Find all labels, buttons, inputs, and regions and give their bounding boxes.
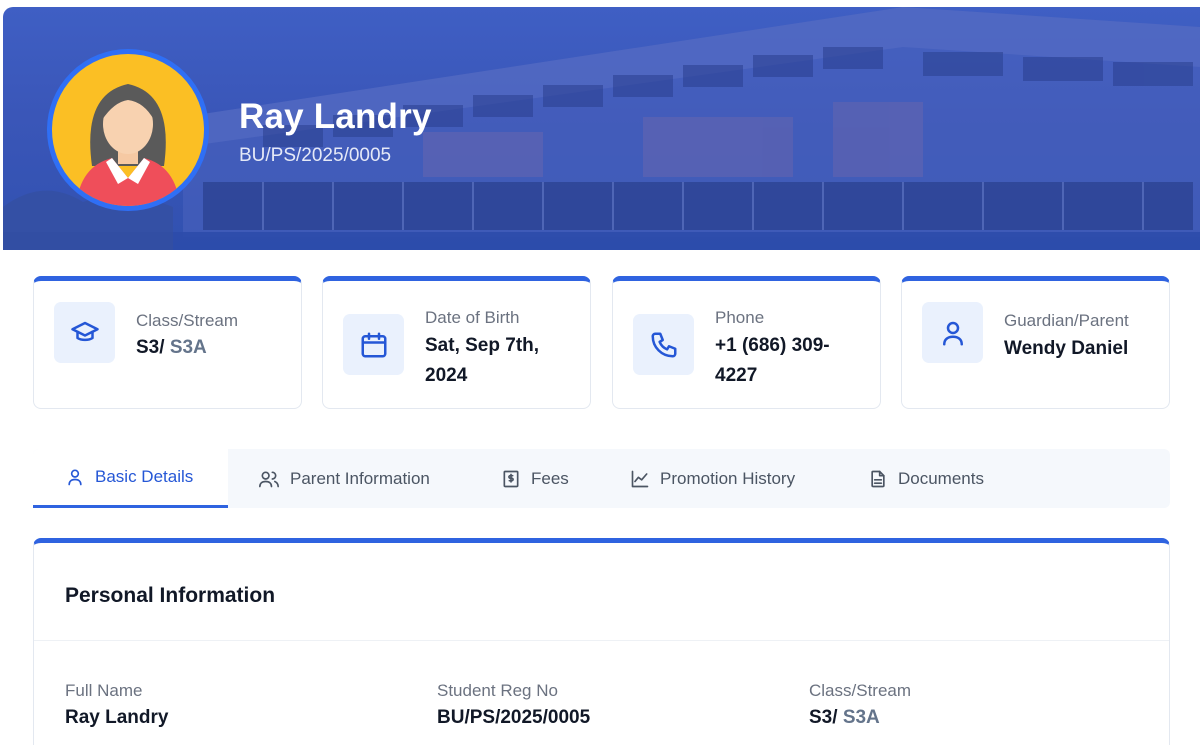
guardian-name: Wendy Daniel: [1004, 338, 1129, 359]
tab-fees[interactable]: Fees: [501, 449, 569, 508]
full-name-label: Full Name: [65, 681, 143, 700]
user-icon: [922, 302, 983, 363]
tab-parent-information[interactable]: Parent Information: [258, 449, 430, 508]
profile-banner: Ray Landry BU/PS/2025/0005: [3, 7, 1200, 250]
class-stream-label: Class/Stream: [809, 681, 912, 700]
card-label: Date of Birth: [425, 308, 520, 327]
card-value: S3/ S3A: [136, 333, 286, 363]
tab-label: Promotion History: [660, 468, 796, 488]
phone-line-1: +1 (686) 309-: [715, 335, 830, 356]
stream-value: S3A: [169, 337, 207, 358]
panel-title: Personal Information: [65, 584, 276, 607]
receipt-icon: [503, 470, 519, 487]
phone-card: Phone +1 (686) 309- 4227: [612, 276, 881, 409]
reg-no-value: BU/PS/2025/0005: [437, 707, 591, 728]
student-reg-no: BU/PS/2025/0005: [239, 145, 392, 166]
card-label: Phone: [715, 308, 765, 327]
card-label: Guardian/Parent: [1004, 311, 1129, 330]
phone-line-2: 4227: [715, 365, 758, 386]
personal-information-panel: Personal Information Full Name Ray Landr…: [33, 538, 1170, 745]
card-value: +1 (686) 309- 4227: [715, 331, 865, 391]
calendar-icon: [343, 314, 404, 375]
tab-label: Documents: [898, 468, 984, 488]
tab-documents[interactable]: Documents: [868, 449, 984, 508]
tab-label: Basic Details: [95, 467, 194, 486]
class-value: S3/: [136, 337, 165, 358]
full-name-value: Ray Landry: [65, 707, 169, 728]
line-chart-icon: [631, 470, 649, 487]
reg-no-label: Student Reg No: [437, 681, 558, 700]
tab-label: Parent Information: [290, 468, 430, 488]
dob-line-1: Sat, Sep 7th,: [425, 335, 540, 356]
tab-label: Fees: [531, 468, 569, 488]
guardian-card: Guardian/Parent Wendy Daniel: [901, 276, 1170, 409]
dob-line-2: 2024: [425, 365, 468, 386]
graduation-cap-icon: [54, 302, 115, 363]
class-stream-card: Class/Stream S3/ S3A: [33, 276, 302, 409]
date-of-birth-card: Date of Birth Sat, Sep 7th, 2024: [322, 276, 591, 409]
class-stream-value: S3/ S3A: [809, 707, 880, 729]
student-avatar: [47, 49, 209, 211]
user-icon: [68, 469, 82, 486]
class-value: S3/: [809, 707, 838, 728]
stream-value: S3A: [842, 707, 880, 728]
document-icon: [871, 470, 885, 487]
female-avatar-icon: [76, 84, 180, 206]
divider: [34, 640, 1169, 641]
tab-promotion-history[interactable]: Promotion History: [630, 449, 795, 508]
users-icon: [259, 471, 279, 487]
tab-basic-details[interactable]: Basic Details: [33, 449, 228, 508]
phone-icon: [633, 314, 694, 375]
card-value: Sat, Sep 7th, 2024: [425, 331, 575, 391]
profile-tabs: Basic Details Parent Information Fees Pr…: [33, 449, 1170, 508]
student-name: Ray Landry: [239, 97, 432, 136]
card-label: Class/Stream: [136, 311, 239, 330]
